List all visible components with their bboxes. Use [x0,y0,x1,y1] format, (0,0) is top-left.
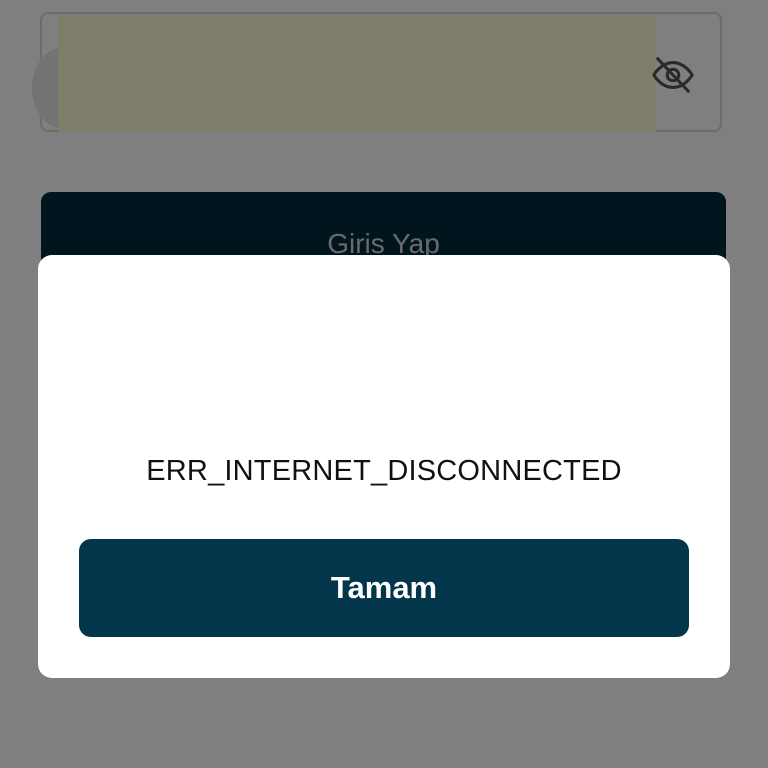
ok-button[interactable]: Tamam [79,539,689,637]
error-dialog: ERR_INTERNET_DISCONNECTED Tamam [38,255,730,678]
error-message: ERR_INTERNET_DISCONNECTED [146,455,622,487]
